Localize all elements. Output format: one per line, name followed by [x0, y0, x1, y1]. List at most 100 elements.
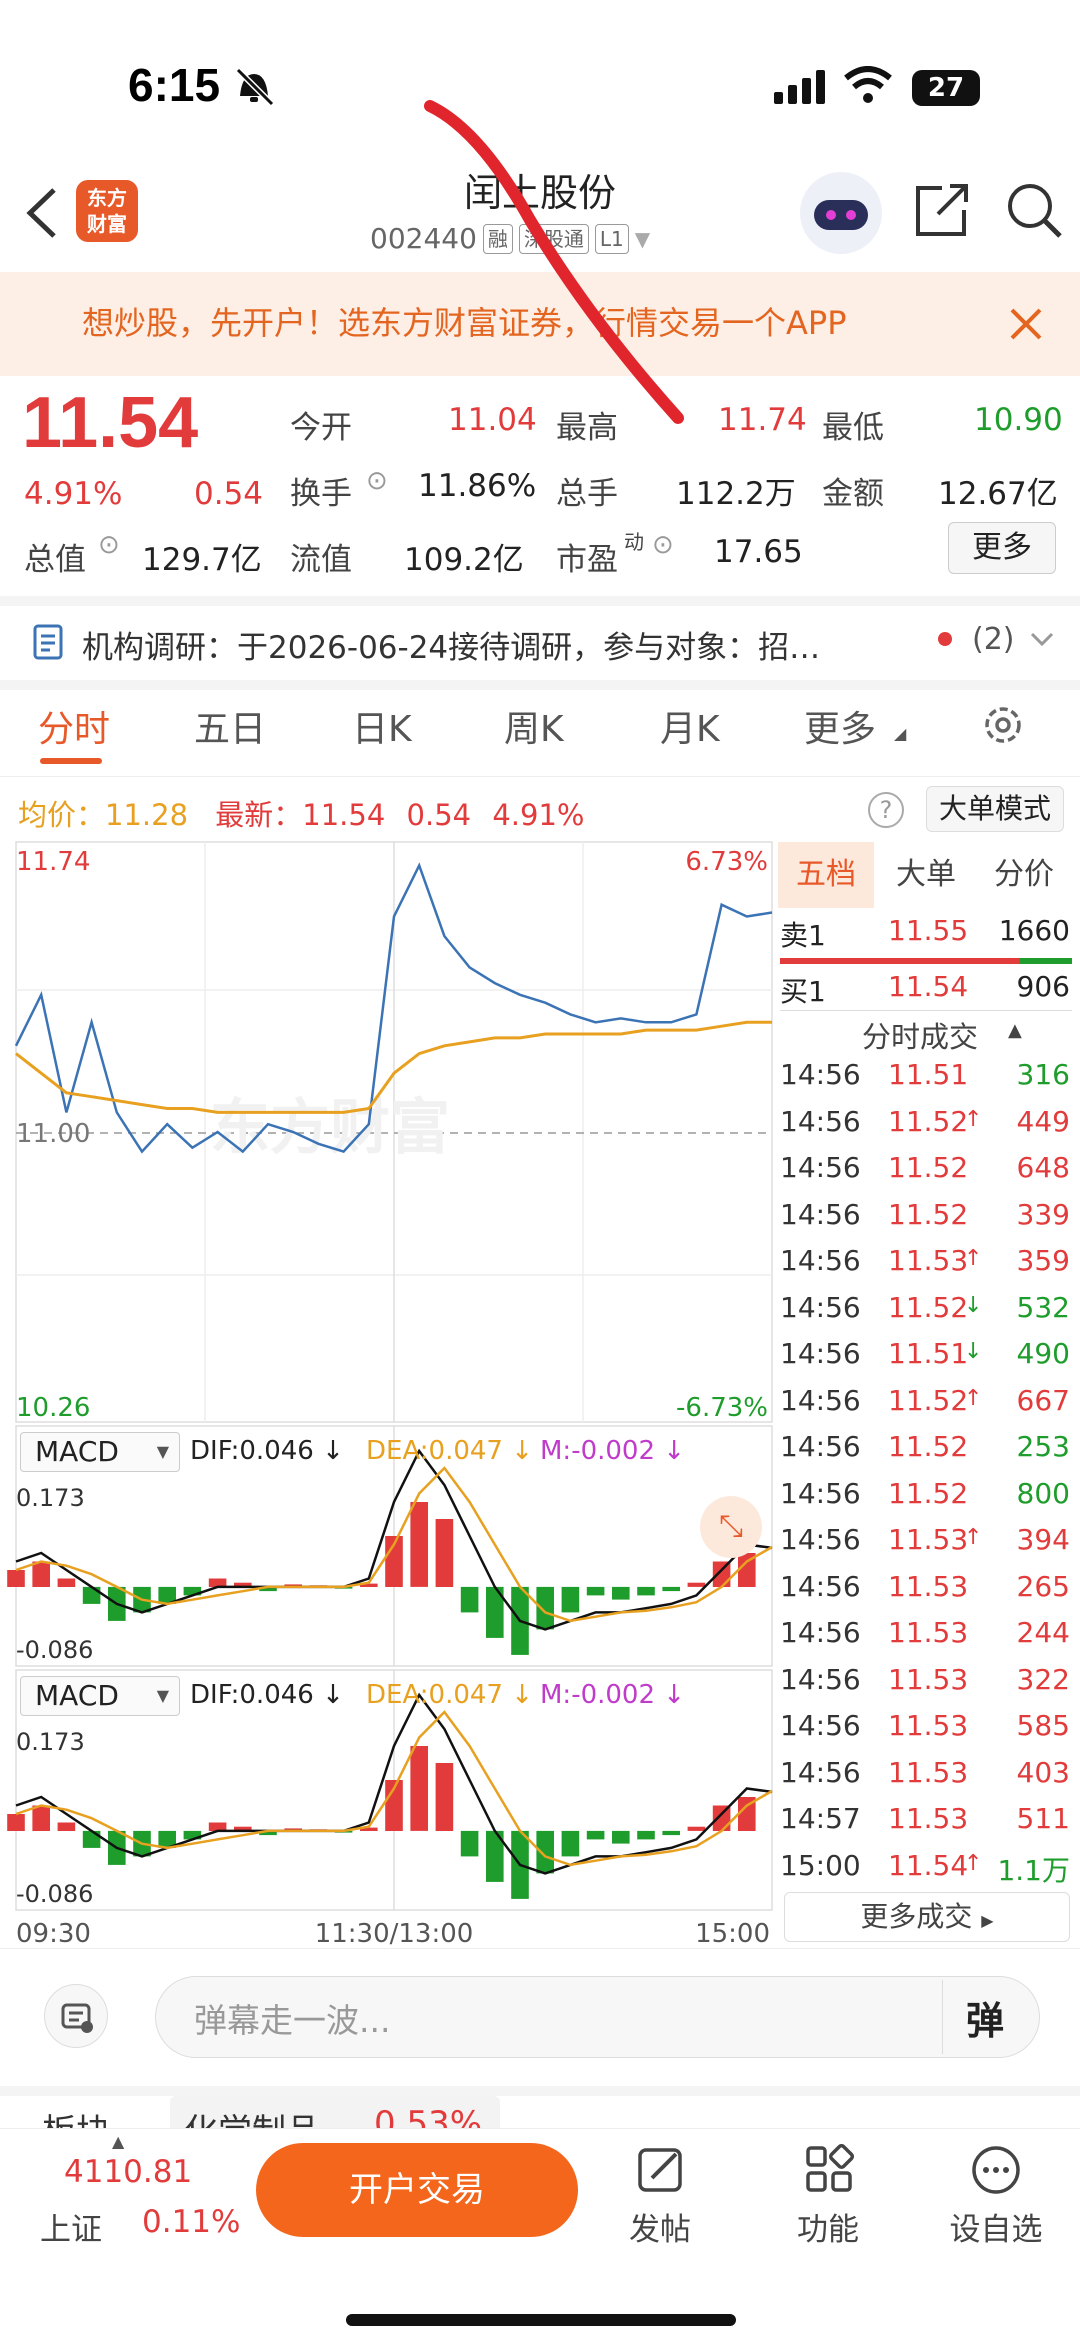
tab-5day[interactable]: 五日 [194, 700, 266, 752]
grid-function-icon[interactable] [804, 2144, 854, 2194]
macd-dea: DEA:0.047 ↓ [366, 1436, 534, 1466]
tick-row: 14:56 11.53 244 [780, 1616, 1072, 1662]
macd-histogram-bar [637, 1830, 655, 1840]
macd-histogram-bar [637, 1586, 655, 1596]
avg-label: 均价： [18, 798, 106, 832]
divider [0, 1948, 1080, 1949]
macd-histogram-bar [561, 1830, 580, 1857]
function-label[interactable]: 功能 [768, 2204, 888, 2249]
avg-value: 11.28 [105, 798, 189, 832]
open-trade-button[interactable]: 开户交易 [256, 2143, 578, 2237]
tick-time: 14:56 [780, 1197, 861, 1231]
tick-price: 11.51 [888, 1337, 969, 1370]
tick-row: 14:56 11.53 403 [780, 1756, 1072, 1802]
close-icon[interactable] [1008, 306, 1044, 342]
macd-histogram-bar [536, 1586, 554, 1630]
tick-volume: 265 [1016, 1569, 1070, 1603]
tick-time: 14:56 [780, 1430, 861, 1463]
danmu-toggle-icon[interactable] [44, 1984, 108, 2048]
macd2-ymax: 0.173 [16, 1728, 85, 1756]
change-value: 0.54 [194, 476, 264, 512]
macd-histogram-bar [662, 1830, 680, 1836]
wifi-icon [844, 66, 892, 103]
caret-icon: ◢ [894, 724, 907, 743]
index-name[interactable]: 上证 [40, 2204, 102, 2249]
mktcap-value: 129.7亿 [142, 542, 262, 578]
post-label[interactable]: 发帖 [600, 2204, 720, 2249]
research-notice[interactable]: 机构调研：于2026-06-24接待调研，参与对象：招… [82, 622, 922, 667]
expand-icon[interactable]: ⤡ [700, 1496, 762, 1558]
robot-avatar-icon[interactable] [800, 172, 882, 254]
big-order-mode-button[interactable]: 大单模式 [926, 786, 1064, 832]
tab-intraday[interactable]: 分时 [38, 700, 110, 752]
macd-dif-2: DIF:0.046 ↓ [190, 1680, 344, 1710]
tab-daily-k[interactable]: 日K [352, 700, 412, 752]
chevron-down-icon[interactable] [1030, 630, 1054, 650]
divider [0, 2086, 1080, 2096]
tick-price: 11.54 [888, 1848, 969, 1882]
current-price: 11.54 [22, 383, 199, 463]
add-watchlist-label[interactable]: 设自选 [936, 2204, 1056, 2249]
macd-histogram-bar [32, 1805, 50, 1831]
macd-histogram-bar [32, 1561, 50, 1587]
tick-volume: 585 [1016, 1709, 1070, 1742]
macd-histogram-bar [57, 1822, 76, 1831]
macd-histogram-bar [410, 1502, 428, 1587]
share-icon[interactable] [912, 180, 972, 240]
tick-price: 11.52 [888, 1290, 969, 1324]
tick-price: 11.52 [888, 1197, 969, 1231]
danmu-send-button[interactable]: 弹 [966, 1990, 1004, 2045]
info-icon[interactable]: ⊙ [652, 530, 674, 560]
watermark: 东方财富 [210, 1093, 450, 1163]
sort-up-icon[interactable]: ▲ [1008, 1020, 1022, 1041]
signal-icon [774, 70, 825, 104]
tab-price-dist[interactable]: 分价 [974, 842, 1074, 908]
latest-change: 0.54 [406, 798, 472, 832]
tick-time: 14:56 [780, 1523, 861, 1556]
ticks-header: 分时成交 [862, 1020, 979, 1054]
tick-row: 14:56 11.53 265 [780, 1570, 1072, 1616]
gear-icon[interactable] [980, 702, 1026, 748]
more-dots-icon[interactable] [970, 2144, 1022, 2196]
change-pct: 4.91% [24, 476, 123, 512]
macd-ymin: -0.086 [16, 1636, 94, 1664]
tick-volume: 449 [1016, 1104, 1070, 1138]
tick-time: 14:56 [780, 1337, 861, 1370]
tick-volume: 316 [1016, 1058, 1070, 1091]
tab-big-orders[interactable]: 大单 [878, 842, 974, 908]
tick-price: 11.52 [888, 1430, 969, 1463]
tick-volume: 490 [1016, 1337, 1070, 1370]
tab-more[interactable]: 更多 [804, 700, 876, 752]
macd-selector-2[interactable]: MACD ▼ [20, 1676, 180, 1716]
help-icon[interactable]: ? [868, 792, 904, 828]
index-pct[interactable]: 0.11% [142, 2204, 240, 2240]
tick-time: 14:56 [780, 1662, 861, 1696]
macd-selector[interactable]: MACD ▼ [20, 1432, 180, 1472]
more-ticks-button[interactable]: 更多成交 ▶ [784, 1892, 1070, 1942]
edit-post-icon[interactable] [636, 2144, 686, 2194]
divider [0, 596, 1080, 606]
tick-volume: 253 [1016, 1430, 1070, 1463]
tick-price: 11.52 [888, 1476, 969, 1510]
tick-time: 14:56 [780, 1616, 861, 1649]
more-button[interactable]: 更多 [948, 522, 1056, 574]
intraday-chart[interactable]: 东方财富 11.74 11.00 10.26 6.73% -6.73% 09:3… [0, 840, 776, 1950]
info-icon[interactable]: ⊙ [98, 530, 120, 560]
tick-price: 11.53 [888, 1523, 969, 1556]
index-value[interactable]: 4110.81 [64, 2154, 192, 2190]
info-icon[interactable]: ⊙ [366, 466, 388, 496]
high-value: 11.74 [718, 402, 807, 438]
bidask-bar-buy [1020, 958, 1072, 964]
low-label: 最低 [822, 410, 884, 446]
unread-dot [938, 632, 952, 646]
tick-volume: 800 [1016, 1476, 1070, 1510]
tab-weekly-k[interactable]: 周K [504, 700, 564, 752]
search-icon[interactable] [1004, 180, 1064, 240]
tab-monthly-k[interactable]: 月K [660, 700, 720, 752]
y-label-high: 11.74 [16, 847, 90, 877]
amount-label: 金额 [822, 476, 884, 512]
tab-level5[interactable]: 五档 [778, 842, 874, 908]
macd-histogram-bar [410, 1746, 428, 1831]
status-time: 6:15 [128, 59, 221, 111]
tick-time: 14:56 [780, 1290, 861, 1324]
